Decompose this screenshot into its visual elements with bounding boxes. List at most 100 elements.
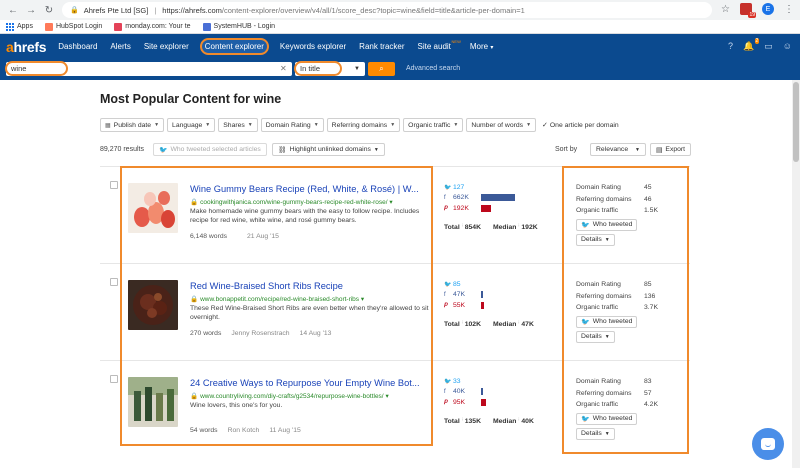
monday-icon [114,22,123,31]
facebook-shares: f 47K [444,290,564,301]
clear-search-icon[interactable]: ✕ [280,64,287,73]
bookmark-apps[interactable]: Apps [6,22,33,31]
search-input[interactable] [6,62,292,76]
bookmark-hubspot[interactable]: HubSpot Login [44,22,102,31]
filter-organic-traffic[interactable]: Organic traffic ▼ [403,118,464,132]
article-url[interactable]: 🔒 www.bonappetit.com/recipe/red-wine-brai… [190,295,430,303]
address-bar[interactable]: 🔒 Ahrefs Pte Ltd [SG] | https://ahrefs.c… [62,2,712,18]
who-tweeted-button[interactable]: 🐦 Who tweeted [576,315,638,328]
details-button[interactable]: Details ▼ [576,233,615,246]
nav-site-explorer[interactable]: Site explorer [142,39,191,54]
facebook-bar [481,194,515,202]
monitor-icon[interactable]: ▭ [764,41,773,52]
search-button[interactable]: ⌕ [368,62,395,76]
who-tweeted-button[interactable]: 🐦 Who tweeted [576,412,638,425]
ahrefs-logo[interactable]: ahrefs [6,39,47,55]
advanced-search-link[interactable]: Advanced search [406,65,460,72]
row-checkbox[interactable] [110,278,118,286]
who-tweeted-button[interactable]: 🐦 Who tweeted [576,218,638,231]
who-tweeted-selected-button[interactable]: 🐦 Who tweeted selected articles [153,143,267,156]
nav-dashboard[interactable]: Dashboard [56,39,99,54]
search-mode-select[interactable]: In title ▼ [295,62,365,76]
article-title[interactable]: 24 Creative Ways to Repurpose Your Empty… [190,378,432,388]
facebook-icon: f [444,291,446,298]
details-button[interactable]: Details ▼ [576,330,615,343]
one-per-domain-checkbox[interactable]: ✓ One article per domain [542,118,619,132]
pinterest-bar [481,204,491,212]
domain-rating-value: 83 [644,378,652,386]
chevron-down-icon: ▾ [360,296,365,303]
article-thumbnail [128,280,178,330]
article-description: These Red Wine-Braised Short Ribs are ev… [190,305,429,321]
article-author: Ron Kotch [227,427,260,434]
article-meta: 6,148 words 21 Aug '15 [190,233,279,240]
twitter-icon: 🐦 [444,281,452,288]
nav-keywords-explorer[interactable]: Keywords explorer [278,39,348,54]
facebook-shares: f 40K [444,387,564,398]
nav-site-audit[interactable]: Site audit NEW [416,39,461,54]
chat-button[interactable] [752,428,784,460]
details-button[interactable]: Details ▼ [576,427,615,440]
hubspot-icon [44,22,53,31]
bookmarks-bar: Apps HubSpot Login monday.com: Your te S… [0,20,800,34]
browser-menu-icon[interactable]: ⋮ [784,4,794,15]
word-count: 270 words [190,330,222,337]
user-icon[interactable]: ☺ [783,41,792,52]
article-url[interactable]: 🔒 www.countryliving.com/diy-crafts/g2534/… [190,392,430,400]
url-host: https://ahrefs.com [162,5,222,15]
facebook-bar [481,291,484,299]
row-checkbox[interactable] [110,181,118,189]
chevron-down-icon: ▼ [604,333,610,340]
social-shares: 🐦 85 f 47K 𝒑 55K [444,279,564,311]
lock-icon: 🔒 [190,199,199,206]
bookmark-star-icon[interactable]: ☆ [721,4,730,15]
back-icon[interactable]: ← [6,3,20,17]
forward-icon[interactable]: → [24,3,38,17]
search-bar: ✕ In title▼ ⌕ Advanced search [0,59,800,80]
bookmark-monday[interactable]: monday.com: Your te [114,22,191,31]
nav-rank-tracker[interactable]: Rank tracker [357,39,406,54]
reload-icon[interactable]: ↻ [42,3,56,17]
median-shares: 47K [521,321,534,328]
article-date: 11 Aug '15 [269,427,301,434]
pinterest-icon: 𝒑 [444,204,448,211]
highlight-unlinked-button[interactable]: ⛓ Highlight unlinked domains ▼ [272,143,385,156]
organic-traffic-value: 3.7K [644,304,658,312]
site-label: Ahrefs Pte Ltd [SG] [83,5,149,15]
export-button[interactable]: ▤ Export [650,143,692,156]
chevron-down-icon: ▼ [604,236,610,243]
domain-metrics: Domain Rating 45 Referring domains 46 Orga… [576,182,686,246]
article-description: Make homemade wine gummy bears with the … [190,208,420,224]
nav-content-explorer[interactable]: Content explorer [199,38,269,55]
social-shares: 🐦 33 f 40K 𝒑 95K [444,376,564,408]
twitter-icon: 🐦 [159,146,168,154]
filter-number-of-words[interactable]: Number of words ▼ [466,118,537,132]
facebook-bar [481,388,484,396]
sort-select[interactable]: Relevance ▼ [590,143,646,156]
article-title[interactable]: Wine Gummy Bears Recipe (Red, White, & R… [190,184,432,194]
pinterest-shares: 𝒑 192K [444,203,564,214]
article-title[interactable]: Red Wine-Braised Short Ribs Recipe [190,281,432,291]
filter-publish-date[interactable]: ▦ Publish date ▼ [100,118,165,132]
article-url[interactable]: 🔒 cookingwithjanica.com/wine-gummy-bears-… [190,198,430,206]
notifications-icon[interactable]: 🔔 2 [743,38,760,52]
help-icon[interactable]: ? [728,41,733,52]
article-meta: 270 words Jenny Rosenstrach 14 Aug '13 [190,330,331,337]
share-totals: Total ⁱ 102K Median ⁱ 47K [444,321,534,328]
sort-by-label: Sort by [555,146,578,153]
filter-domain-rating[interactable]: Domain Rating ▼ [260,118,324,132]
filter-shares[interactable]: Shares ▼ [218,118,258,132]
nav-alerts[interactable]: Alerts [108,39,132,54]
filter-referring-domains[interactable]: Referring domains ▼ [326,118,401,132]
results-count: 89,270 results [100,146,144,153]
row-checkbox[interactable] [110,375,118,383]
extension-icon[interactable]: 19 [740,3,756,18]
share-totals: Total ⁱ 135K Median ⁱ 40K [444,418,534,425]
chevron-down-icon: ▼ [604,430,610,437]
scrollbar-thumb[interactable] [793,82,799,162]
nav-more[interactable]: More ▾ [468,39,495,54]
referring-domains-value: 136 [644,292,656,300]
filter-language[interactable]: Language ▼ [167,118,216,132]
bookmark-systemhub[interactable]: SystemHUB - Login [202,22,275,31]
profile-avatar[interactable]: E [762,3,774,15]
